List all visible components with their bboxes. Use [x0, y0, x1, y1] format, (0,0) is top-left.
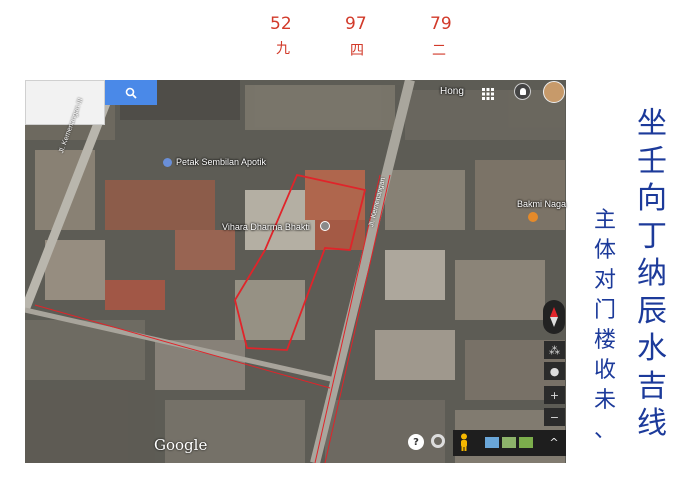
handwritten-note-main-char: 吉	[637, 368, 667, 404]
pharmacy-pin-icon[interactable]	[163, 158, 172, 167]
annotation-numeral-3: 二	[432, 43, 446, 59]
handwritten-note-main-char: 向	[637, 181, 667, 216]
zoom-out-button[interactable]: −	[544, 408, 565, 426]
annotation-number-1: 52	[270, 14, 292, 34]
satellite-map[interactable]	[25, 80, 566, 463]
photo-thumbnail-2[interactable]	[502, 437, 516, 448]
satellite-imagery	[25, 80, 566, 463]
search-icon	[125, 87, 137, 99]
pegman-street-view-icon[interactable]	[458, 433, 470, 451]
apps-grid-icon[interactable]	[482, 85, 494, 100]
handwritten-note-main-char: 水	[637, 331, 667, 366]
handwritten-note-secondary-char: 主	[593, 208, 616, 233]
handwritten-note-secondary-char: 对	[593, 268, 616, 293]
annotation-number-3: 79	[430, 14, 452, 34]
temple-pin-icon[interactable]	[320, 221, 330, 231]
annotation-numeral-1: 九	[276, 41, 290, 57]
handwritten-note-secondary-char: 收	[593, 358, 616, 383]
locate-control-icon[interactable]: ●	[544, 362, 565, 380]
handwritten-note-main-char: 纳	[637, 256, 667, 291]
search-button[interactable]	[105, 80, 157, 105]
tilt-control-icon[interactable]: ⁂	[544, 341, 565, 359]
settings-gear-icon[interactable]	[431, 434, 445, 448]
handwritten-note-main-char: 壬	[637, 143, 667, 179]
handwritten-note-main-char: 坐	[637, 106, 667, 141]
handwritten-note-secondary-char: 体	[593, 238, 616, 263]
search-input[interactable]	[25, 80, 105, 125]
google-logo: Google	[154, 436, 208, 454]
expand-imagery-button[interactable]: ^	[546, 433, 562, 451]
handwritten-note-secondary-char: 未	[593, 388, 616, 413]
account-name[interactable]: Hong	[440, 86, 464, 97]
poi-label-vihara[interactable]: Vihara Dharma Bhakti	[222, 222, 310, 232]
handwritten-note-secondary-char: 楼	[593, 328, 616, 353]
annotation-number-2: 97	[345, 14, 367, 34]
help-button[interactable]: ?	[408, 434, 424, 450]
photo-thumbnail-3[interactable]	[519, 437, 533, 448]
compass-control[interactable]	[543, 300, 565, 334]
poi-label-apotik[interactable]: Petak Sembilan Apotik	[176, 157, 266, 167]
notifications-bell-icon[interactable]	[514, 83, 531, 100]
restaurant-pin-icon[interactable]	[528, 212, 538, 222]
photo-thumbnail-1[interactable]	[485, 437, 499, 448]
handwritten-note-main-char: 丁	[637, 218, 667, 254]
handwritten-note-secondary-char: 门	[593, 298, 616, 323]
avatar[interactable]	[543, 81, 565, 103]
handwritten-note-main-char: 辰	[637, 293, 667, 329]
zoom-in-button[interactable]: +	[544, 386, 565, 404]
handwritten-note-main-char: 线	[637, 406, 667, 441]
annotation-numeral-2: 四	[350, 43, 364, 59]
handwritten-note-secondary-char: 、	[593, 418, 616, 443]
poi-label-bakmi[interactable]: Bakmi Naga	[517, 199, 566, 209]
compass-icon	[550, 307, 558, 327]
